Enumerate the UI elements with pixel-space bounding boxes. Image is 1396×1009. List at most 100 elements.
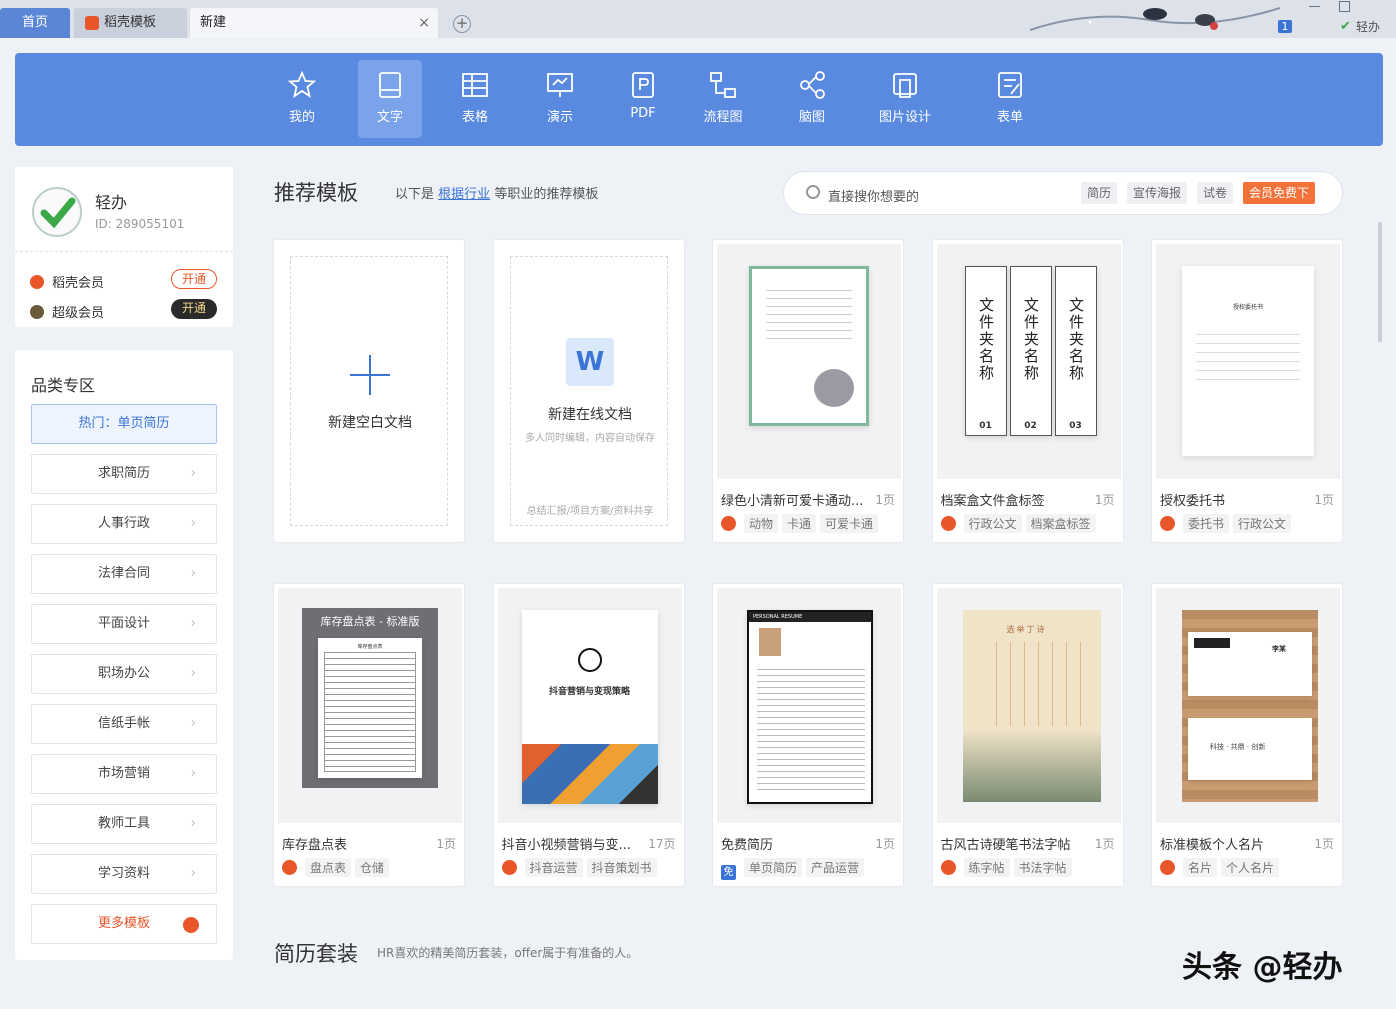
template-tag[interactable]: 行政公文 — [1233, 514, 1292, 533]
industry-link[interactable]: 根据行业 — [438, 187, 490, 202]
sidebar-item[interactable]: 平面设计 › — [31, 604, 217, 644]
minimize-icon[interactable] — [1309, 6, 1320, 7]
category-tab-2[interactable]: 文字 — [358, 60, 422, 138]
douyin-title: 抖音营销与变现策略 — [548, 687, 630, 697]
template-tag[interactable]: 名片 — [1183, 858, 1218, 877]
template-tags: 委托书 行政公文 — [1160, 514, 1295, 533]
membership-docer: 稻壳会员 — [30, 272, 104, 291]
sidebar-item[interactable]: 求职简历 › — [31, 454, 217, 494]
template-tag[interactable]: 档案盒标签 — [1025, 514, 1096, 533]
category-tab-9[interactable]: 表单 — [978, 60, 1042, 138]
titlebar-user[interactable]: 轻办 — [1356, 18, 1380, 35]
template-tag[interactable]: 练字帖 — [963, 858, 1010, 877]
template-card[interactable]: 库存盘点表 - 标准版 库存盘点表 库存盘点表 1页 盘点表 仓储 — [273, 583, 465, 887]
sidebar-item-label: 职场办公 — [97, 666, 150, 681]
category-tab-5[interactable]: PDF — [611, 60, 675, 138]
template-tag[interactable]: 个人名片 — [1221, 858, 1280, 877]
sidebar-item-label: 市场营销 — [97, 766, 150, 781]
mindmap-icon — [800, 71, 825, 99]
template-pages: 1页 — [1314, 837, 1334, 851]
chevron-right-icon: › — [190, 616, 196, 631]
template-tags: 免单页简历 产品运营 — [721, 858, 868, 880]
maximize-icon[interactable] — [1339, 1, 1350, 12]
template-card[interactable]: 抖音营销与变现策略 抖音小视频营销与变... 17页 抖音运营 抖音策划书 — [492, 583, 685, 887]
search-input[interactable]: 直接搜你想要的 — [828, 186, 919, 205]
template-tag[interactable]: 抖音策划书 — [586, 858, 657, 877]
section-title: 推荐模板 — [274, 181, 358, 205]
template-tag[interactable]: 动物 — [744, 514, 779, 533]
avatar[interactable] — [32, 187, 82, 237]
template-tag[interactable]: 可爱卡通 — [820, 514, 879, 533]
template-tag[interactable]: 委托书 — [1183, 514, 1230, 533]
template-pages: 1页 — [875, 837, 895, 851]
sidebar-item[interactable]: 教师工具 › — [31, 804, 217, 844]
activate-docer-button[interactable]: 开通 — [171, 269, 217, 289]
search-tag-poster[interactable]: 宣传海报 — [1127, 182, 1188, 204]
template-card[interactable]: 李某 科技 · 共鼎 · 创新 标准模板个人名片 1页 名片 个人名片 — [1151, 583, 1343, 887]
sidebar-item[interactable]: 信纸手帐 › — [31, 704, 217, 744]
category-label: 图片设计 — [878, 110, 931, 125]
docer-icon — [183, 917, 199, 933]
template-card[interactable]: 授权委托书 授权委托书 1页 委托书 行政公文 — [1151, 239, 1343, 543]
tab-new[interactable]: 新建 × — [190, 8, 438, 38]
template-tags: 动物 卡通 可爱卡通 — [721, 514, 882, 533]
chevron-right-icon: › — [190, 466, 196, 481]
activate-super-button[interactable]: 开通 — [171, 299, 217, 319]
sidebar-item[interactable]: 人事行政 › — [31, 504, 217, 544]
vip-free-download-button[interactable]: 会员免费下 — [1243, 182, 1316, 204]
category-tab-7[interactable]: 脑图 — [780, 60, 844, 138]
search-box[interactable]: 直接搜你想要的 简历 宣传海报 试卷 会员免费下 — [783, 171, 1343, 215]
template-card[interactable]: PERSONAL RESUME 免费简历 1页免单页简历 产品运营 — [712, 583, 904, 887]
category-tab-6[interactable]: 流程图 — [691, 60, 755, 138]
template-tag[interactable]: 抖音运营 — [524, 858, 583, 877]
close-icon[interactable]: × — [418, 8, 430, 38]
template-tag[interactable]: 卡通 — [782, 514, 817, 533]
template-card[interactable]: 文件夹名称 01 文件夹名称 02 文件夹名称 03 档案盒文件盒标签 1页 行政公文 档案盒标签 — [931, 239, 1124, 543]
bird-decoration-icon — [1030, 7, 1280, 31]
scrollbar[interactable] — [1378, 222, 1382, 342]
hot-category-button[interactable]: 热门：单页简历 — [31, 404, 217, 444]
template-card[interactable]: 绿色小清新可爱卡通动... 1页 动物 卡通 可爱卡通 — [712, 239, 904, 543]
category-title: 品类专区 — [31, 376, 96, 395]
template-tags: 练字帖 书法字帖 — [940, 858, 1076, 877]
tab-docer-templates[interactable]: 稻壳模板 — [74, 8, 187, 38]
sidebar-item[interactable]: 职场办公 › — [31, 654, 217, 694]
new-online-document-card[interactable]: W 新建在线文档 多人同时编辑，内容自动保存 总结汇报/项目方案/资料共享 — [493, 239, 685, 543]
template-tags: 名片 个人名片 — [1160, 858, 1283, 877]
template-tag[interactable]: 产品运营 — [806, 858, 865, 877]
category-tab-4[interactable]: 演示 — [528, 60, 592, 138]
search-tag-resume[interactable]: 简历 — [1081, 182, 1118, 204]
new-blank-document-card[interactable]: 新建空白文档 — [273, 239, 465, 543]
template-title: 授权委托书 — [1160, 494, 1226, 509]
sidebar-item[interactable]: 市场营销 › — [31, 754, 217, 794]
category-label: 文字 — [376, 110, 403, 125]
checkmark-logo-icon — [40, 197, 76, 229]
category-label: PDF — [630, 106, 656, 121]
template-tag[interactable]: 仓储 — [355, 858, 390, 877]
template-tag[interactable]: 盘点表 — [305, 858, 352, 877]
sidebar-item[interactable]: 法律合同 › — [31, 554, 217, 594]
template-card[interactable]: 选举丁诗 古风古诗硬笔书法字帖 1页 练字帖 书法字帖 — [931, 583, 1124, 887]
chevron-right-icon: › — [190, 716, 196, 731]
template-thumbnail: 抖音营销与变现策略 — [497, 588, 682, 823]
pdf-icon — [632, 72, 654, 98]
free-badge-icon: 免 — [721, 865, 736, 880]
template-thumbnail: 授权委托书 — [1156, 244, 1340, 479]
add-tab-button[interactable]: + — [453, 15, 471, 33]
search-tag-exam[interactable]: 试卷 — [1197, 182, 1234, 204]
category-tab-3[interactable]: 表格 — [443, 60, 507, 138]
category-label: 我的 — [288, 110, 315, 125]
template-tag[interactable]: 书法字帖 — [1013, 858, 1072, 877]
tab-bar: 首页 稻壳模板 新建 × + 1 ✔ 轻办 — [0, 0, 1396, 38]
template-tag[interactable]: 单页简历 — [744, 858, 803, 877]
tab-home[interactable]: 首页 — [0, 8, 70, 38]
membership-super: 超级会员 — [30, 302, 104, 321]
category-tab-8[interactable]: 图片设计 — [873, 60, 937, 138]
notification-badge[interactable]: 1 — [1278, 20, 1292, 33]
template-tag[interactable]: 行政公文 — [963, 514, 1022, 533]
sidebar-item[interactable]: 学习资料 › — [31, 854, 217, 894]
folder-number: 01 — [979, 421, 992, 431]
category-tab-1[interactable]: 我的 — [270, 60, 334, 138]
docer-icon — [85, 16, 99, 30]
more-templates-button[interactable]: 更多模板 — [31, 904, 217, 944]
